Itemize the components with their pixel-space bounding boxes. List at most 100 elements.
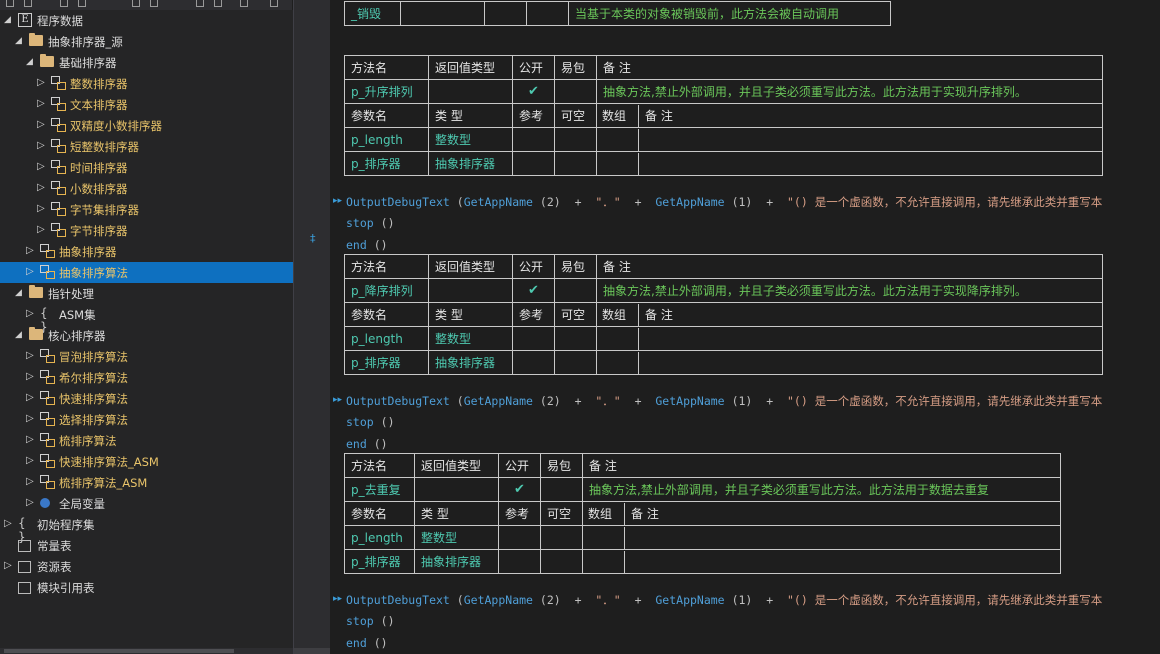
code-editor[interactable]: _销毁 当基于本类的对象被销毁前，此方法会被自动调用 方法名 返回值类型 公开 易包备 注… xyxy=(330,0,1160,654)
header-array: 数组 xyxy=(598,104,639,127)
method-comment-cell: 当基于本类的对象被销毁前，此方法会被自动调用 xyxy=(568,1,891,26)
tree-item[interactable]: ▷ { } ASM集 xyxy=(0,304,293,334)
param-array-note-cell xyxy=(596,151,1103,176)
header-param: 参数名 xyxy=(344,103,429,128)
tree-item[interactable]: 常量表 xyxy=(0,535,293,556)
collapse-arrow-icon[interactable]: ◢ xyxy=(15,35,22,47)
tree-item[interactable]: ▷ 文本排序器 xyxy=(0,94,293,115)
tree-item[interactable]: ◢ 基础排序器 xyxy=(0,52,293,73)
tree-item[interactable]: ▷ 全局变量 xyxy=(0,493,293,514)
toolbar-button[interactable] xyxy=(150,0,158,7)
tree-item-label: 抽象排序算法 xyxy=(59,266,128,280)
code-line-debug-output[interactable]: OutputDebugText (GetAppName (2) + "．" + … xyxy=(346,393,1102,409)
tree-item-label: 全局变量 xyxy=(59,497,105,511)
tree-item[interactable]: ▷ 快速排序算法_ASM xyxy=(0,451,293,472)
header-public: 公开 xyxy=(512,254,555,279)
expand-arrow-icon[interactable]: ▷ xyxy=(26,476,34,488)
program-tree[interactable]: ◢ E 程序数据 ◢ 抽象排序器_源 ◢ 基础排序器 ▷ 整数排序器 ▷ 文本排序器 ▷ 双精度小数排序… xyxy=(0,10,293,654)
tree-horizontal-scrollbar[interactable] xyxy=(0,648,293,654)
expand-arrow-icon[interactable]: ▷ xyxy=(26,266,34,278)
expand-arrow-icon[interactable]: ▷ xyxy=(26,434,34,446)
paren: () xyxy=(380,614,395,628)
expand-arrow-icon[interactable]: ▷ xyxy=(26,497,34,509)
paren: () xyxy=(373,437,388,451)
toolbar-button[interactable] xyxy=(78,0,86,7)
toolbar-button[interactable] xyxy=(196,0,204,7)
expand-arrow-icon[interactable]: ▷ xyxy=(4,560,12,572)
operator: + xyxy=(766,195,774,209)
code-line-debug-output[interactable]: OutputDebugText (GetAppName (2) + "．" + … xyxy=(346,592,1102,608)
param-type-cell: 抽象排序器 xyxy=(428,350,513,375)
toolbar-button[interactable] xyxy=(214,0,222,7)
tree-item[interactable]: ◢ E 程序数据 xyxy=(0,10,293,31)
expand-arrow-icon[interactable]: ▷ xyxy=(26,392,34,404)
expand-arrow-icon[interactable]: ▷ xyxy=(26,413,34,425)
class-icon xyxy=(51,139,66,153)
collapse-arrow-icon[interactable]: ◢ xyxy=(15,287,22,299)
expand-arrow-icon[interactable]: ▷ xyxy=(26,308,34,320)
expand-arrow-icon[interactable]: ▷ xyxy=(37,203,45,215)
collapse-arrow-icon[interactable]: ◢ xyxy=(4,14,11,26)
string-literal: "．" xyxy=(595,593,621,607)
tree-item[interactable]: ◢ 核心排序器 xyxy=(0,325,293,346)
expand-arrow-icon[interactable]: ▷ xyxy=(37,140,45,152)
tree-item[interactable]: ▷ 梳排序算法 xyxy=(0,430,293,451)
expand-arrow-icon[interactable]: ▷ xyxy=(26,245,34,257)
expand-arrow-icon[interactable]: ▷ xyxy=(37,98,45,110)
tree-item[interactable]: ▷ 资源表 xyxy=(0,556,293,577)
collapse-arrow-icon[interactable]: ◢ xyxy=(15,329,22,341)
tree-item[interactable]: ▷ 快速排序算法 xyxy=(0,388,293,409)
code-line-debug-output[interactable]: OutputDebugText (GetAppName (2) + "．" + … xyxy=(346,194,1102,210)
header-return-type: 返回值类型 xyxy=(428,55,513,80)
tree-item[interactable]: 模块引用表 xyxy=(0,577,293,598)
toolbar-button[interactable] xyxy=(270,0,278,7)
tree-item[interactable]: ▷ 字节集排序器 xyxy=(0,199,293,220)
code-line-end[interactable]: end () xyxy=(346,238,388,252)
public-check-icon: ✔ xyxy=(512,79,555,104)
code-line-stop[interactable]: stop () xyxy=(346,415,395,429)
header-return-type: 返回值类型 xyxy=(428,254,513,279)
tree-item[interactable]: ▷ 希尔排序算法 xyxy=(0,367,293,388)
tree-item[interactable]: ▷ 梳排序算法_ASM xyxy=(0,472,293,493)
code-line-stop[interactable]: stop () xyxy=(346,614,395,628)
tree-item[interactable]: ▷ 小数排序器 xyxy=(0,178,293,199)
expand-arrow-icon[interactable]: ▷ xyxy=(26,455,34,467)
class-icon xyxy=(40,244,55,258)
toolbar-button[interactable] xyxy=(60,0,68,7)
tree-item[interactable]: ▷ 短整数排序器 xyxy=(0,136,293,157)
tree-item[interactable]: ◢ 抽象排序器_源 xyxy=(0,31,293,52)
expand-arrow-icon[interactable]: ▷ xyxy=(26,350,34,362)
expand-arrow-icon[interactable]: ▷ xyxy=(4,518,12,530)
param-name-cell: p_length xyxy=(344,525,415,550)
expand-arrow-icon[interactable]: ▷ xyxy=(37,77,45,89)
margin-scrollbar[interactable] xyxy=(294,648,331,654)
tree-item[interactable]: ▷ 冒泡排序算法 xyxy=(0,346,293,367)
method-name-cell: p_去重复 xyxy=(344,477,415,502)
toolbar-button[interactable] xyxy=(6,0,14,7)
expand-arrow-icon[interactable]: ▷ xyxy=(37,182,45,194)
tree-item[interactable]: ▷ 字节排序器 xyxy=(0,220,293,241)
tree-item[interactable]: ▷ 时间排序器 xyxy=(0,157,293,178)
tree-item-label: 程序数据 xyxy=(37,14,83,28)
toolbar-button[interactable] xyxy=(132,0,140,7)
tree-item[interactable]: ▷ 整数排序器 xyxy=(0,73,293,94)
param-type-cell: 整数型 xyxy=(428,326,513,351)
expand-arrow-icon[interactable]: ▷ xyxy=(26,371,34,383)
code-line-end[interactable]: end () xyxy=(346,636,388,650)
header-type: 类 型 xyxy=(428,302,513,327)
tree-item[interactable]: ▷ 选择排序算法 xyxy=(0,409,293,430)
toolbar-button[interactable] xyxy=(240,0,248,7)
code-line-stop[interactable]: stop () xyxy=(346,216,395,230)
tree-item[interactable]: ▷ { } 初始程序集 xyxy=(0,514,293,544)
toolbar-button[interactable] xyxy=(24,0,32,7)
tree-item[interactable]: ▷ 抽象排序算法 xyxy=(0,262,293,283)
expand-arrow-icon[interactable]: ▷ xyxy=(37,161,45,173)
collapse-arrow-icon[interactable]: ◢ xyxy=(26,56,33,68)
expand-arrow-icon[interactable]: ▷ xyxy=(37,119,45,131)
code-line-end[interactable]: end () xyxy=(346,437,388,451)
expand-arrow-icon[interactable]: ▷ xyxy=(37,224,45,236)
tree-item[interactable]: ▷ 抽象排序器 xyxy=(0,241,293,262)
tree-item[interactable]: ◢ 指针处理 xyxy=(0,283,293,304)
tree-item[interactable]: ▷ 双精度小数排序器 xyxy=(0,115,293,136)
folder-icon xyxy=(29,327,43,340)
